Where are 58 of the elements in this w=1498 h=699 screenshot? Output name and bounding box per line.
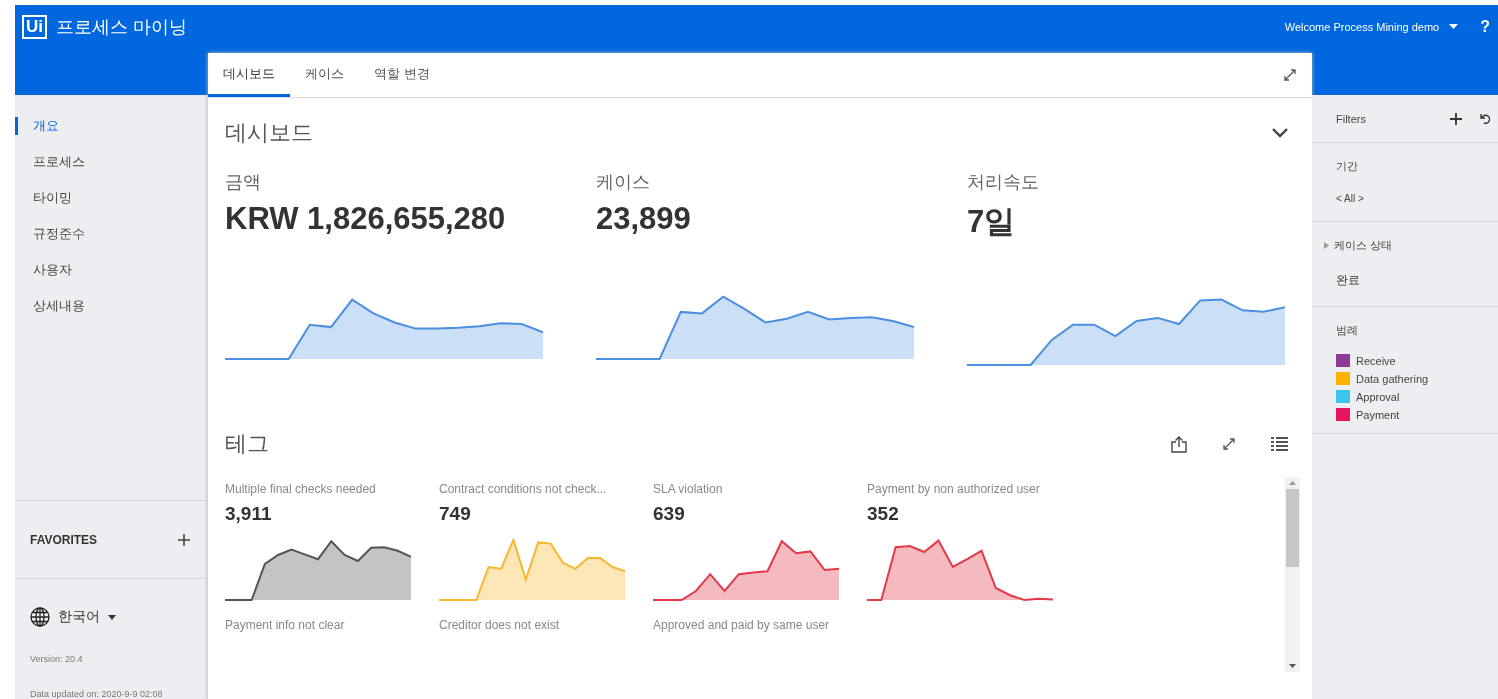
chevron-down-icon[interactable]: [1272, 128, 1288, 138]
caret-icon: [108, 614, 116, 620]
filter-value: 완료: [1336, 272, 1361, 289]
tag-label: Approved and paid by same user: [653, 618, 831, 632]
favorites-heading: FAVORITES: [30, 532, 98, 547]
tag-label: Contract conditions not check...: [439, 482, 608, 496]
section-title: 데시보드: [225, 119, 313, 147]
app-title: 프로세스 마이닝: [56, 15, 188, 39]
tag-count: 639: [653, 503, 686, 525]
caret-icon: [1449, 24, 1459, 29]
nav-item[interactable]: 규정준수: [15, 225, 208, 243]
nav-item[interactable]: 타이밍: [15, 189, 208, 207]
kpi-label: 금액: [225, 171, 262, 194]
kpi-label: 케이스: [596, 171, 651, 194]
filter-title: 기간: [1336, 159, 1359, 174]
user-menu[interactable]: Welcome Process Mining demo: [1284, 20, 1459, 33]
legend-label: Receive: [1356, 354, 1396, 367]
tag-label: Payment by non authorized user: [867, 482, 1041, 496]
scroll-down-icon[interactable]: [1289, 664, 1296, 668]
legend-label: Data gathering: [1356, 372, 1429, 385]
legend-label: Approval: [1356, 390, 1400, 403]
nav-item[interactable]: 프로세스: [15, 153, 208, 171]
language-selector[interactable]: 한국어: [58, 608, 116, 626]
tab[interactable]: 케이스: [290, 53, 359, 97]
tag-label: SLA violation: [653, 482, 724, 496]
globe-icon: [30, 607, 50, 627]
tab[interactable]: 데시보드: [208, 53, 290, 97]
tag-count: 352: [867, 503, 900, 525]
kpi-label: 처리속도: [967, 171, 1040, 194]
filter-value: < All >: [1336, 193, 1365, 204]
list-icon[interactable]: [1271, 437, 1288, 451]
version-text: Version: 20.4: [29, 654, 84, 664]
tag-count: 3,911: [225, 503, 273, 525]
add-icon[interactable]: [178, 533, 190, 546]
tag-count: 749: [439, 503, 472, 525]
scrollbar[interactable]: [1285, 477, 1300, 672]
section-title: 테그: [225, 430, 269, 458]
expand-icon[interactable]: [1284, 69, 1296, 81]
legend-title: 범례: [1336, 323, 1359, 338]
tab[interactable]: 역할 변경: [359, 53, 445, 97]
share-icon[interactable]: [1171, 435, 1187, 453]
kpi-value: KRW 1,826,655,280: [225, 201, 507, 237]
help-button[interactable]: ?: [1480, 17, 1490, 36]
kpi-value: 23,899: [596, 201, 692, 237]
logo: Ui: [22, 14, 47, 39]
tag-label: Payment info not clear: [225, 618, 346, 632]
filter-title: 케이스 상태: [1334, 238, 1393, 253]
nav-item[interactable]: 사용자: [15, 261, 208, 279]
tag-label: Creditor does not exist: [439, 618, 561, 632]
add-icon[interactable]: [1450, 112, 1462, 125]
kpi-value: 7일: [967, 203, 1017, 241]
expand-icon[interactable]: [1223, 438, 1235, 450]
legend-label: Payment: [1356, 408, 1400, 421]
data-updated-text: Data updated on: 2020-9-9 02:08: [29, 689, 164, 699]
nav-item[interactable]: 상세내용: [15, 297, 208, 315]
tag-label: Multiple final checks needed: [225, 482, 377, 496]
panel-title: Filters: [1336, 112, 1367, 125]
reset-icon[interactable]: [1480, 113, 1490, 124]
